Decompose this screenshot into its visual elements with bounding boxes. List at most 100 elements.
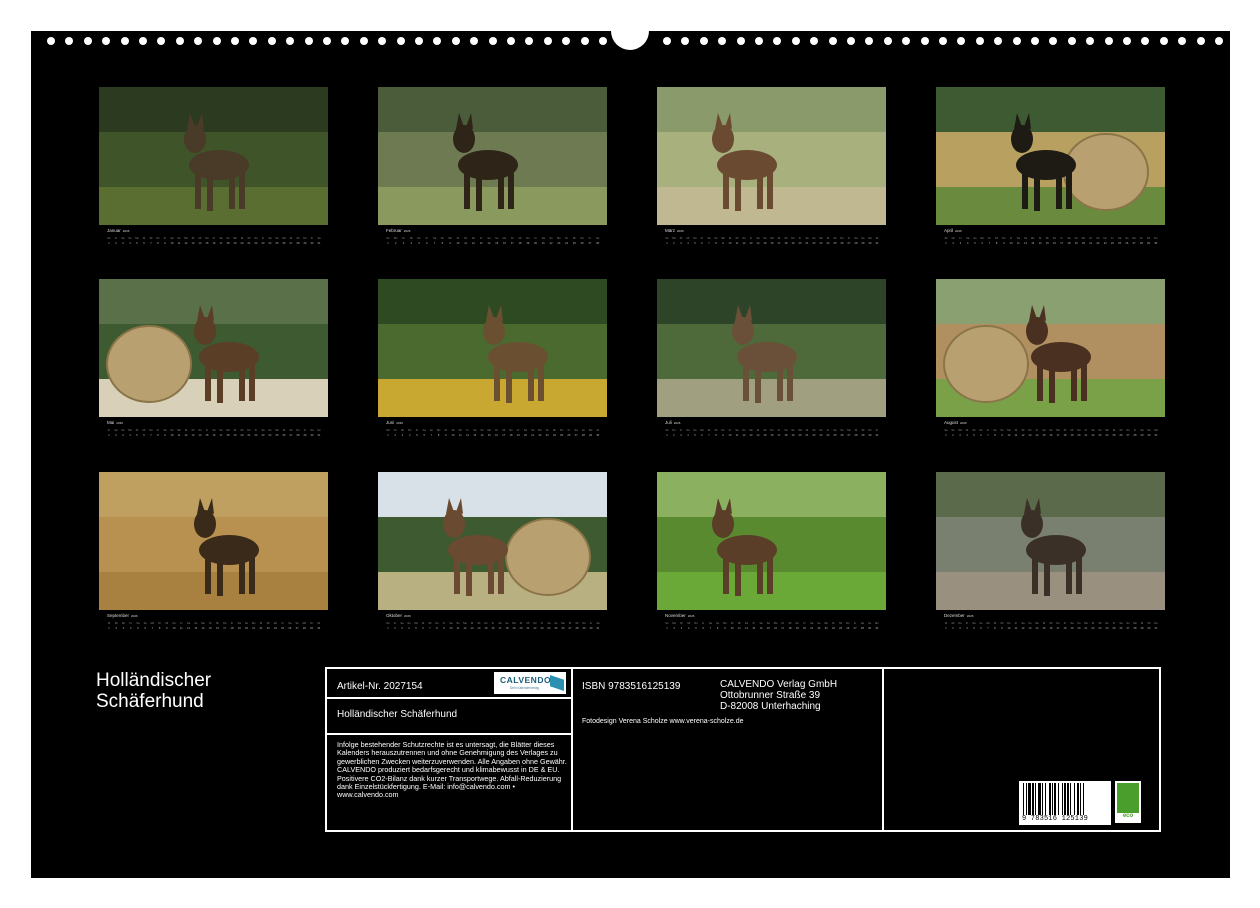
day-number: 29 <box>303 242 307 245</box>
binding-hole <box>883 37 892 45</box>
day-number: 1 <box>387 242 389 245</box>
day-number: 27 <box>1126 627 1130 630</box>
day-cell: Mi 29 <box>861 428 865 442</box>
day-number: 21 <box>531 434 535 437</box>
day-number: 5 <box>137 627 139 630</box>
day-cell: Mo 3 <box>958 428 962 442</box>
day-cell: Do 23 <box>819 428 823 442</box>
day-number: 12 <box>1021 434 1025 437</box>
day-cell: Di 22 <box>1091 621 1095 635</box>
day-cell: Fr 10 <box>728 428 732 442</box>
day-cell: Sa 7 <box>433 236 437 250</box>
day-cell: Sa 28 <box>596 236 600 250</box>
day-cell: Di 22 <box>259 621 263 635</box>
day-cell: Do 30 <box>868 428 872 442</box>
day-cell: Sa 15 <box>1042 428 1046 442</box>
day-cell: So 22 <box>549 236 553 250</box>
day-cell: Do 31 <box>1154 621 1158 635</box>
binding-hole <box>663 37 671 45</box>
day-cell: Mi 6 <box>142 428 146 442</box>
day-number: 6 <box>422 627 424 630</box>
day-cell: So 8 <box>716 621 720 635</box>
day-number: 23 <box>266 627 270 630</box>
day-cell: Mi 23 <box>1098 621 1102 635</box>
day-cell: Sa 4 <box>966 236 970 250</box>
day-number: 4 <box>687 242 689 245</box>
day-cell: Mo 30 <box>875 621 879 635</box>
day-number: 22 <box>254 434 258 437</box>
day-number: 20 <box>240 434 244 437</box>
day-number: 22 <box>533 627 537 630</box>
day-cell: Mo 13 <box>749 428 753 442</box>
day-number: 6 <box>701 434 703 437</box>
day-cell: Mi 19 <box>1070 428 1074 442</box>
day-cell: Mo 26 <box>282 236 286 250</box>
day-cell: Mi 1 <box>944 236 948 250</box>
month-name: Januar 2026 <box>107 228 129 233</box>
day-number: 29 <box>1147 242 1150 245</box>
day-number: 28 <box>575 627 579 630</box>
day-number: 19 <box>516 434 520 437</box>
day-cell: So 1 <box>386 236 390 250</box>
day-cell: Sa 17 <box>498 621 502 635</box>
day-cell: Sa 12 <box>187 621 191 635</box>
day-cell: Fr 29 <box>303 428 307 442</box>
day-number: 21 <box>247 242 251 245</box>
day-cell: So 6 <box>979 621 983 635</box>
month-12: Dezember 2026 Di 1 Mi 2 Do 3 Fr 4 Sa 5 So 6 Mo 7 Di 8 Mi 9 D… <box>936 472 1165 642</box>
month-year: 2026 <box>403 229 411 233</box>
title-line-1: Holländischer <box>96 670 212 691</box>
day-cell: Sa 14 <box>756 236 760 250</box>
day-cell: Fr 13 <box>752 621 756 635</box>
day-number: 27 <box>1132 242 1136 245</box>
day-number: 6 <box>701 242 703 245</box>
day-cell: Sa 19 <box>237 621 241 635</box>
day-number: 15 <box>205 434 209 437</box>
month-days: Sa 1 So 2 Mo 3 Di 4 Mi 5 Do 6 Fr 7 Sa 8 So 9 Mo 10 Di 11 Mi 12 D… <box>944 428 1158 442</box>
day-cell: Mo 14 <box>1035 621 1039 635</box>
day-number: 30 <box>589 627 593 630</box>
title-line-2: Schäferhund <box>96 691 204 712</box>
day-cell: So 19 <box>1074 236 1078 250</box>
day-number: 9 <box>724 627 726 630</box>
day-number: 25 <box>275 434 279 437</box>
day-number: 5 <box>694 242 696 245</box>
month-days: So 1 Mo 2 Di 3 Mi 4 Do 5 Fr 6 Sa 7 So 8 Mo 9 Di 10 Mi 11 Do 12 F… <box>665 621 879 635</box>
binding-hole <box>1178 37 1187 45</box>
day-cell: So 13 <box>1028 621 1032 635</box>
day-number: 8 <box>157 434 159 437</box>
day-cell: Fr 6 <box>425 236 429 250</box>
day-cell: Mo 10 <box>1007 428 1011 442</box>
day-cell: Mi 26 <box>1119 428 1123 442</box>
day-number: 18 <box>518 242 522 245</box>
day-cell: Mo 11 <box>177 428 181 442</box>
day-number: 10 <box>1007 434 1011 437</box>
day-number: 8 <box>994 434 996 437</box>
day-cell: So 30 <box>1147 428 1151 442</box>
day-number: 26 <box>282 434 286 437</box>
binding-hole <box>599 37 607 45</box>
eco-label: eco <box>1122 813 1134 819</box>
day-number: 28 <box>296 242 300 245</box>
month-label: Februar <box>386 228 402 233</box>
day-number: 23 <box>1098 627 1102 630</box>
day-cell: Mo 22 <box>538 428 542 442</box>
day-number: 14 <box>198 242 202 245</box>
binding-hole <box>975 37 984 45</box>
month-photo <box>99 87 328 225</box>
day-cell: Fr 14 <box>1035 428 1039 442</box>
day-number: 28 <box>860 627 864 630</box>
day-cell: Di 24 <box>826 236 830 250</box>
day-cell: Mo 19 <box>233 236 237 250</box>
day-cell: Mo 16 <box>502 236 507 250</box>
day-cell: Sa 14 <box>759 621 763 635</box>
binding-hole <box>810 37 819 45</box>
day-cell: Fr 25 <box>1112 621 1116 635</box>
day-cell: Do 17 <box>1056 621 1060 635</box>
month-label: Juni <box>386 420 395 425</box>
day-cell: Mi 25 <box>839 621 843 635</box>
day-number: 4 <box>410 242 413 245</box>
day-cell: So 6 <box>143 621 147 635</box>
day-number: 14 <box>480 434 484 437</box>
day-cell: Sa 11 <box>1016 236 1020 250</box>
